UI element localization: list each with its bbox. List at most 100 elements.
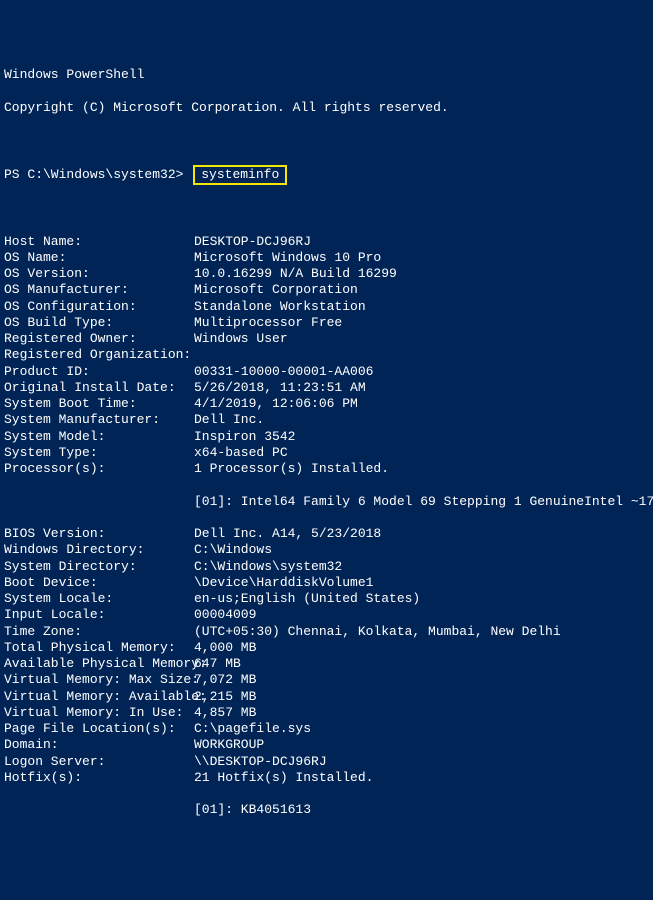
- output-row: System Type:x64-based PC: [4, 445, 649, 461]
- output-value: Microsoft Corporation: [194, 282, 358, 297]
- output-row: Virtual Memory: In Use:4,857 MB: [4, 705, 649, 721]
- output-row: Product ID:00331-10000-00001-AA006: [4, 364, 649, 380]
- output-value: DESKTOP-DCJ96RJ: [194, 234, 311, 249]
- output-value: C:\Windows\system32: [194, 559, 342, 574]
- output-row: Virtual Memory: Available:2,215 MB: [4, 689, 649, 705]
- output-label: Total Physical Memory:: [4, 640, 194, 656]
- output-row: Host Name:DESKTOP-DCJ96RJ: [4, 234, 649, 250]
- output-label: System Directory:: [4, 559, 194, 575]
- output-row: Registered Organization:: [4, 347, 649, 363]
- output-label: Product ID:: [4, 364, 194, 380]
- output-label: Processor(s):: [4, 461, 194, 477]
- processor-detail-row: [01]: Intel64 Family 6 Model 69 Stepping…: [4, 494, 649, 510]
- output-row: Domain:WORKGROUP: [4, 737, 649, 753]
- output-label: Domain:: [4, 737, 194, 753]
- output-value: 1 Processor(s) Installed.: [194, 461, 389, 476]
- output-row: System Boot Time:4/1/2019, 12:06:06 PM: [4, 396, 649, 412]
- output-label: OS Build Type:: [4, 315, 194, 331]
- output-label: Logon Server:: [4, 754, 194, 770]
- output-value: 4,857 MB: [194, 705, 256, 720]
- output-value: x64-based PC: [194, 445, 288, 460]
- output-row: OS Name:Microsoft Windows 10 Pro: [4, 250, 649, 266]
- output-value: 4,000 MB: [194, 640, 256, 655]
- output-label: System Type:: [4, 445, 194, 461]
- output-row: OS Configuration:Standalone Workstation: [4, 299, 649, 315]
- prompt-line[interactable]: PS C:\Windows\system32> systeminfo: [4, 165, 649, 185]
- output-label: Original Install Date:: [4, 380, 194, 396]
- output-value: WORKGROUP: [194, 737, 264, 752]
- output-value: 00331-10000-00001-AA006: [194, 364, 373, 379]
- ps-copyright: Copyright (C) Microsoft Corporation. All…: [4, 100, 649, 116]
- output-value: 4/1/2019, 12:06:06 PM: [194, 396, 358, 411]
- output-value: \\DESKTOP-DCJ96RJ: [194, 754, 327, 769]
- output-label: Registered Organization:: [4, 347, 194, 363]
- output-label: Page File Location(s):: [4, 721, 194, 737]
- output-label: System Boot Time:: [4, 396, 194, 412]
- output-value: Microsoft Windows 10 Pro: [194, 250, 381, 265]
- ps-title: Windows PowerShell: [4, 67, 649, 83]
- output-label: System Manufacturer:: [4, 412, 194, 428]
- output-label: OS Name:: [4, 250, 194, 266]
- output-value: 7,072 MB: [194, 672, 256, 687]
- output-value: Standalone Workstation: [194, 299, 366, 314]
- output-label: Available Physical Memory:: [4, 656, 194, 672]
- output-row: Registered Owner:Windows User: [4, 331, 649, 347]
- output-label: Hotfix(s):: [4, 770, 194, 786]
- output-block-2: BIOS Version:Dell Inc. A14, 5/23/2018Win…: [4, 526, 649, 786]
- output-row: Available Physical Memory:647 MB: [4, 656, 649, 672]
- output-label: OS Manufacturer:: [4, 282, 194, 298]
- output-value: 10.0.16299 N/A Build 16299: [194, 266, 397, 281]
- output-value: \Device\HarddiskVolume1: [194, 575, 373, 590]
- output-label: Windows Directory:: [4, 542, 194, 558]
- output-row: Input Locale:00004009: [4, 607, 649, 623]
- output-row: OS Manufacturer:Microsoft Corporation: [4, 282, 649, 298]
- output-value: 647 MB: [194, 656, 241, 671]
- output-row: Logon Server:\\DESKTOP-DCJ96RJ: [4, 754, 649, 770]
- output-value: Multiprocessor Free: [194, 315, 342, 330]
- output-label: System Locale:: [4, 591, 194, 607]
- output-row: OS Build Type:Multiprocessor Free: [4, 315, 649, 331]
- output-row: Windows Directory:C:\Windows: [4, 542, 649, 558]
- output-label: Host Name:: [4, 234, 194, 250]
- output-value: Windows User: [194, 331, 288, 346]
- output-value: Dell Inc.: [194, 412, 264, 427]
- output-row: System Manufacturer:Dell Inc.: [4, 412, 649, 428]
- output-row: Time Zone:(UTC+05:30) Chennai, Kolkata, …: [4, 624, 649, 640]
- processor-detail: [01]: Intel64 Family 6 Model 69 Stepping…: [4, 494, 653, 510]
- hotfix-detail: [01]: KB4051613: [4, 802, 311, 818]
- output-row: Processor(s):1 Processor(s) Installed.: [4, 461, 649, 477]
- output-label: Boot Device:: [4, 575, 194, 591]
- output-row: Virtual Memory: Max Size:7,072 MB: [4, 672, 649, 688]
- output-value: 21 Hotfix(s) Installed.: [194, 770, 373, 785]
- output-label: System Model:: [4, 429, 194, 445]
- output-row: Original Install Date:5/26/2018, 11:23:5…: [4, 380, 649, 396]
- output-row: System Directory:C:\Windows\system32: [4, 559, 649, 575]
- output-block-1: Host Name:DESKTOP-DCJ96RJOS Name:Microso…: [4, 234, 649, 478]
- prompt-prefix: PS C:\Windows\system32>: [4, 167, 191, 182]
- output-row: System Locale:en-us;English (United Stat…: [4, 591, 649, 607]
- output-value: 00004009: [194, 607, 256, 622]
- command-highlight: systeminfo: [193, 165, 287, 185]
- output-label: OS Version:: [4, 266, 194, 282]
- output-label: OS Configuration:: [4, 299, 194, 315]
- output-label: Input Locale:: [4, 607, 194, 623]
- output-row: Hotfix(s):21 Hotfix(s) Installed.: [4, 770, 649, 786]
- output-value: en-us;English (United States): [194, 591, 420, 606]
- output-row: System Model:Inspiron 3542: [4, 429, 649, 445]
- output-row: Boot Device:\Device\HarddiskVolume1: [4, 575, 649, 591]
- output-row: OS Version:10.0.16299 N/A Build 16299: [4, 266, 649, 282]
- hotfix-detail-row: [01]: KB4051613: [4, 802, 649, 818]
- output-label: Virtual Memory: Max Size:: [4, 672, 194, 688]
- output-value: C:\pagefile.sys: [194, 721, 311, 736]
- output-value: 5/26/2018, 11:23:51 AM: [194, 380, 366, 395]
- output-label: Time Zone:: [4, 624, 194, 640]
- output-value: (UTC+05:30) Chennai, Kolkata, Mumbai, Ne…: [194, 624, 561, 639]
- output-label: Virtual Memory: In Use:: [4, 705, 194, 721]
- output-row: Total Physical Memory:4,000 MB: [4, 640, 649, 656]
- output-label: Virtual Memory: Available:: [4, 689, 194, 705]
- blank-line: [4, 201, 649, 217]
- blank-line: [4, 132, 649, 148]
- output-value: 2,215 MB: [194, 689, 256, 704]
- output-value: Dell Inc. A14, 5/23/2018: [194, 526, 381, 541]
- output-row: Page File Location(s):C:\pagefile.sys: [4, 721, 649, 737]
